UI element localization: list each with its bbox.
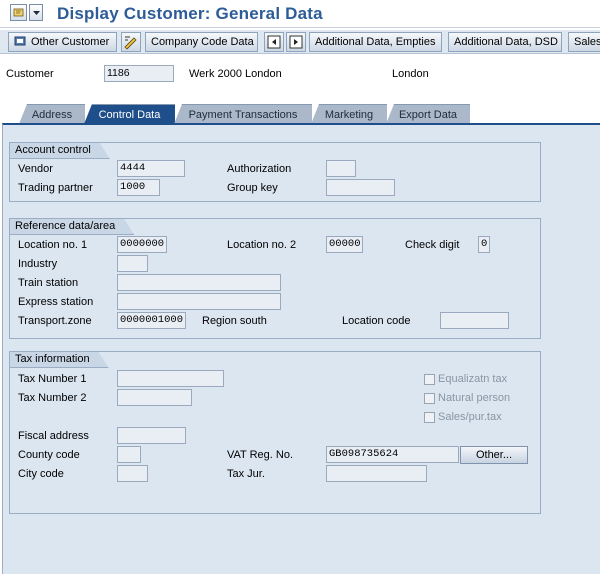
group-key-label: Group key	[227, 182, 278, 194]
group-key-field[interactable]	[326, 179, 395, 196]
previous-page-icon[interactable]	[264, 32, 284, 52]
equalization-tax-checkbox[interactable]	[424, 374, 435, 385]
city-code-field[interactable]	[117, 465, 148, 482]
trading-partner-field[interactable]: 1000	[117, 179, 160, 196]
fiscal-address-label: Fiscal address	[18, 430, 89, 442]
tax-information-title: Tax information	[10, 352, 109, 368]
additional-data-dsd-label: Additional Data, DSD	[454, 36, 558, 48]
additional-data-dsd-button[interactable]: Additional Data, DSD	[448, 32, 562, 52]
authorization-field[interactable]	[326, 160, 356, 177]
menu-dropdown-icon[interactable]	[29, 4, 43, 21]
county-code-label: County code	[18, 449, 80, 461]
sales-label: Sales	[574, 36, 600, 48]
change-display-icon[interactable]	[121, 32, 141, 52]
vendor-label: Vendor	[18, 163, 53, 175]
tax-jur-label: Tax Jur.	[227, 468, 265, 480]
location-code-label: Location code	[342, 315, 411, 327]
tax-number2-label: Tax Number 2	[18, 392, 87, 404]
other-customer-label: Other Customer	[31, 36, 110, 48]
customer-city: London	[392, 68, 429, 80]
transport-zone-label: Transport.zone	[18, 315, 92, 327]
tab-marketing[interactable]: Marketing	[311, 104, 387, 124]
company-code-data-label: Company Code Data	[151, 36, 254, 48]
express-station-label: Express station	[18, 296, 94, 308]
next-page-icon[interactable]	[286, 32, 306, 52]
vat-reg-label: VAT Reg. No.	[227, 449, 294, 461]
customer-label: Customer	[6, 68, 54, 80]
account-control-title: Account control	[10, 143, 110, 159]
tab-payment-transactions[interactable]: Payment Transactions	[174, 104, 312, 124]
location-no2-label: Location no. 2	[227, 239, 297, 251]
additional-data-empties-label: Additional Data, Empties	[315, 36, 436, 48]
tab-export-data[interactable]: Export Data	[386, 104, 470, 124]
application-toolbar: Other Customer Company Code Data Additio…	[0, 30, 600, 54]
sales-pur-tax-label: Sales/pur.tax	[438, 411, 502, 423]
trading-partner-label: Trading partner	[18, 182, 93, 194]
reference-data-title: Reference data/area	[10, 219, 134, 235]
tab-address[interactable]: Address	[19, 104, 85, 124]
check-digit-label: Check digit	[405, 239, 460, 251]
customer-number-field[interactable]: 1186	[104, 65, 174, 82]
vat-reg-field[interactable]: GB098735624	[326, 446, 459, 463]
other-customer-icon	[14, 36, 26, 46]
express-station-field[interactable]	[117, 293, 281, 310]
industry-field[interactable]	[117, 255, 148, 272]
tax-number1-label: Tax Number 1	[18, 373, 87, 385]
tax-number2-field[interactable]	[117, 389, 192, 406]
location-code-field[interactable]	[440, 312, 509, 329]
title-bar: Display Customer: General Data	[0, 0, 600, 28]
vat-other-button[interactable]: Other...	[460, 446, 528, 464]
sales-pur-tax-checkbox[interactable]	[424, 412, 435, 423]
transport-zone-field[interactable]: 0000001000	[117, 312, 186, 329]
customer-name: Werk 2000 London	[189, 68, 282, 80]
page-title: Display Customer: General Data	[57, 4, 323, 23]
fiscal-address-field[interactable]	[117, 427, 186, 444]
other-customer-button[interactable]: Other Customer	[8, 32, 117, 52]
additional-data-empties-button[interactable]: Additional Data, Empties	[309, 32, 442, 52]
region-text: Region south	[202, 315, 267, 327]
equalization-tax-label: Equalizatn tax	[438, 373, 508, 385]
industry-label: Industry	[18, 258, 58, 270]
tax-number1-field[interactable]	[117, 370, 224, 387]
tax-jur-field[interactable]	[326, 465, 427, 482]
location-no1-label: Location no. 1	[18, 239, 88, 251]
check-digit-field[interactable]: 0	[478, 236, 490, 253]
city-code-label: City code	[18, 468, 64, 480]
vendor-field[interactable]: 4444	[117, 160, 185, 177]
location-no1-field[interactable]: 0000000	[117, 236, 167, 253]
location-no2-field[interactable]: 00000	[326, 236, 363, 253]
display-change-icon[interactable]	[10, 4, 27, 21]
tab-control-data[interactable]: Control Data	[84, 104, 175, 124]
tab-strip: Address Control Data Payment Transaction…	[0, 102, 600, 124]
company-code-data-button[interactable]: Company Code Data	[145, 32, 258, 52]
natural-person-label: Natural person	[438, 392, 511, 404]
train-station-label: Train station	[18, 277, 79, 289]
sales-button[interactable]: Sales	[568, 32, 600, 52]
natural-person-checkbox[interactable]	[424, 393, 435, 404]
train-station-field[interactable]	[117, 274, 281, 291]
county-code-field[interactable]	[117, 446, 141, 463]
authorization-label: Authorization	[227, 163, 292, 175]
